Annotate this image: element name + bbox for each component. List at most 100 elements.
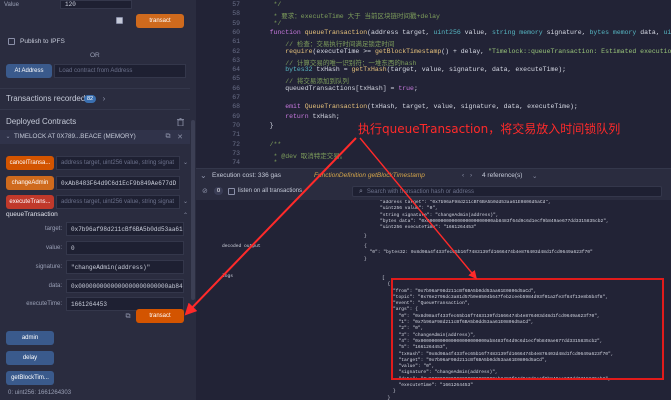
code-token: () + delay, — [441, 47, 489, 55]
queue-transaction-title: queueTransaction — [6, 211, 58, 218]
execute-transaction-button[interactable]: executeTrans... — [6, 195, 54, 209]
chevron-up-icon[interactable]: ⌃ — [182, 211, 189, 220]
code-line: bytes32 txHash = getTxHash(target, value… — [254, 66, 566, 73]
code-line: /** — [254, 140, 282, 148]
copy-icon[interactable]: ⧉ — [124, 312, 132, 321]
line-number: 63 — [232, 56, 240, 64]
chevron-down-icon[interactable]: ⌄ — [182, 158, 189, 167]
field-label-data: data: — [48, 283, 62, 289]
listen-checkbox[interactable] — [228, 185, 235, 197]
line-number: 68 — [232, 103, 240, 111]
code-token: QueueTransaction — [304, 103, 368, 111]
change-admin-input[interactable]: 0xAb8483F64d9C6d1EcF9b849Ae677dD — [56, 176, 180, 190]
value-input[interactable]: 120 — [60, 0, 132, 9]
code-token: signature, — [542, 28, 590, 36]
value-label: Value — [4, 2, 19, 8]
logs-highlight-box — [391, 278, 664, 380]
code-token: txHash; — [308, 112, 340, 120]
cancel-transaction-input[interactable]: address target, uint256 value, string si… — [56, 156, 180, 170]
code-token: txHash = — [312, 66, 352, 74]
data-input[interactable]: 0x0000000000000000000000000ab848 — [66, 279, 184, 293]
close-icon[interactable]: ✕ — [176, 132, 184, 141]
code-token: * — [254, 159, 278, 167]
chevron-down-icon[interactable]: ⌄ — [182, 197, 189, 206]
line-number: 59 — [232, 19, 240, 27]
code-token: queueTransaction — [304, 28, 368, 36]
publish-label: Publish to IPFS — [20, 38, 65, 45]
code-line: } — [254, 122, 274, 129]
decoded-output-label: decoded output — [222, 244, 261, 249]
chevron-right-icon[interactable]: › — [100, 94, 108, 103]
line-number: 70 — [232, 121, 240, 129]
code-token: ; — [413, 84, 418, 92]
code-line: emit QueueTransaction(txHash, target, va… — [254, 103, 578, 110]
code-token: (executeTime >= — [312, 47, 375, 55]
signature-input[interactable]: "changeAdmin(address)" — [66, 260, 184, 274]
divider — [0, 88, 190, 89]
collapse-icon[interactable]: ⌄ — [200, 170, 207, 181]
line-number: 62 — [232, 47, 240, 55]
trash-icon[interactable] — [176, 117, 185, 126]
contract-name: TIMELOCK AT 0X789...BEACE (MEMORY) — [14, 133, 136, 140]
queue-transact-button[interactable]: transact — [136, 309, 184, 323]
scrollbar-thumb[interactable] — [191, 120, 195, 300]
line-number: 60 — [232, 28, 240, 36]
cancel-transaction-button[interactable]: cancelTransa... — [6, 156, 54, 170]
decoded-output-value: { "0": "bytes32: 0x8d98a4f433fec65b16f74… — [364, 244, 593, 262]
load-contract-input[interactable]: Load contract from Address — [54, 64, 186, 78]
code-token: return — [254, 112, 309, 120]
line-number: 65 — [232, 75, 240, 83]
copy-icon[interactable]: ⧉ — [164, 132, 172, 141]
function-definition: FunctionDefinition getBlockTimestamp — [314, 172, 425, 179]
transaction-search-input[interactable]: ⌕ Search with transaction hash or addres… — [352, 186, 662, 197]
execute-transaction-input[interactable]: address target, uint256 value, string si… — [56, 195, 180, 209]
code-token: true — [398, 84, 414, 92]
search-icon: ⌕ — [359, 187, 363, 195]
code-token: require — [254, 47, 313, 55]
reference-arrow-icon[interactable]: › — [470, 170, 472, 181]
chevron-down-icon[interactable]: ⌄ — [4, 132, 12, 141]
code-token: */ — [254, 19, 282, 27]
code-token: /** — [254, 140, 282, 148]
reference-arrow-icon[interactable]: ‹ — [462, 170, 464, 181]
line-number: 57 — [232, 1, 240, 8]
code-token: (address target, — [367, 28, 434, 36]
line-number: 61 — [232, 38, 240, 46]
code-token: (txHash, target, value, signature, data,… — [367, 103, 578, 111]
listen-label: listen on all transactions — [238, 188, 303, 194]
code-token: emit — [254, 103, 305, 111]
field-label-signature: signature: — [35, 264, 62, 270]
input-params: "address target": "0x7b96aF98d211cBf6BA5… — [380, 200, 609, 231]
code-editor[interactable]: 57 58 59 60 61 62 63 64 65 66 67 68 69 70 71 72 73 74 */ … — [196, 0, 671, 168]
get-block-timestamp-button[interactable]: getBlockTim... — [6, 371, 54, 385]
transact-top-button[interactable]: transact — [136, 14, 184, 28]
delay-button[interactable]: delay — [6, 351, 54, 365]
code-token: bytes memory — [589, 28, 637, 36]
at-address-button[interactable]: At Address — [6, 64, 52, 78]
field-label-target: target: — [44, 226, 62, 232]
value-input[interactable]: 0 — [66, 241, 184, 255]
terminal-toolbar: ⌄ Execution cost: 336 gas FunctionDefini… — [196, 168, 671, 200]
clear-icon[interactable]: ⊘ — [202, 185, 208, 197]
transactions-count-badge: 82 — [84, 95, 97, 103]
code-token: uint256 — [663, 28, 671, 36]
divider — [0, 109, 190, 110]
change-admin-button[interactable]: changeAdmin — [6, 176, 54, 190]
line-number: 67 — [232, 94, 240, 101]
code-line: * 要求：executeTime 大于 当前区块链时间戳+delay — [254, 10, 440, 20]
checkbox-icon[interactable] — [116, 17, 124, 25]
code-token: getTxHash — [351, 66, 387, 74]
code-line: queuedTransactions[txHash] = true; — [254, 85, 418, 92]
code-token: } — [254, 121, 274, 129]
code-token: bytes32 — [254, 66, 313, 74]
line-number: 64 — [232, 66, 240, 74]
target-input[interactable]: 0x7b96af98d211cBf6BA5b0dd53aa61E — [66, 222, 184, 236]
deploy-run-panel: Value 120 transact Publish to IPFS OR At… — [0, 0, 196, 400]
admin-button[interactable]: admin — [6, 331, 54, 345]
result-output: 0: uint256: 1661264303 — [8, 390, 72, 396]
references-count: 4 reference(s) — [482, 172, 523, 179]
chevron-down-icon[interactable]: ⌄ — [532, 170, 537, 181]
code-token: data, — [636, 28, 664, 36]
publish-checkbox[interactable] — [8, 38, 15, 45]
code-line: require(executeTime >= getBlockTimestamp… — [254, 48, 671, 55]
